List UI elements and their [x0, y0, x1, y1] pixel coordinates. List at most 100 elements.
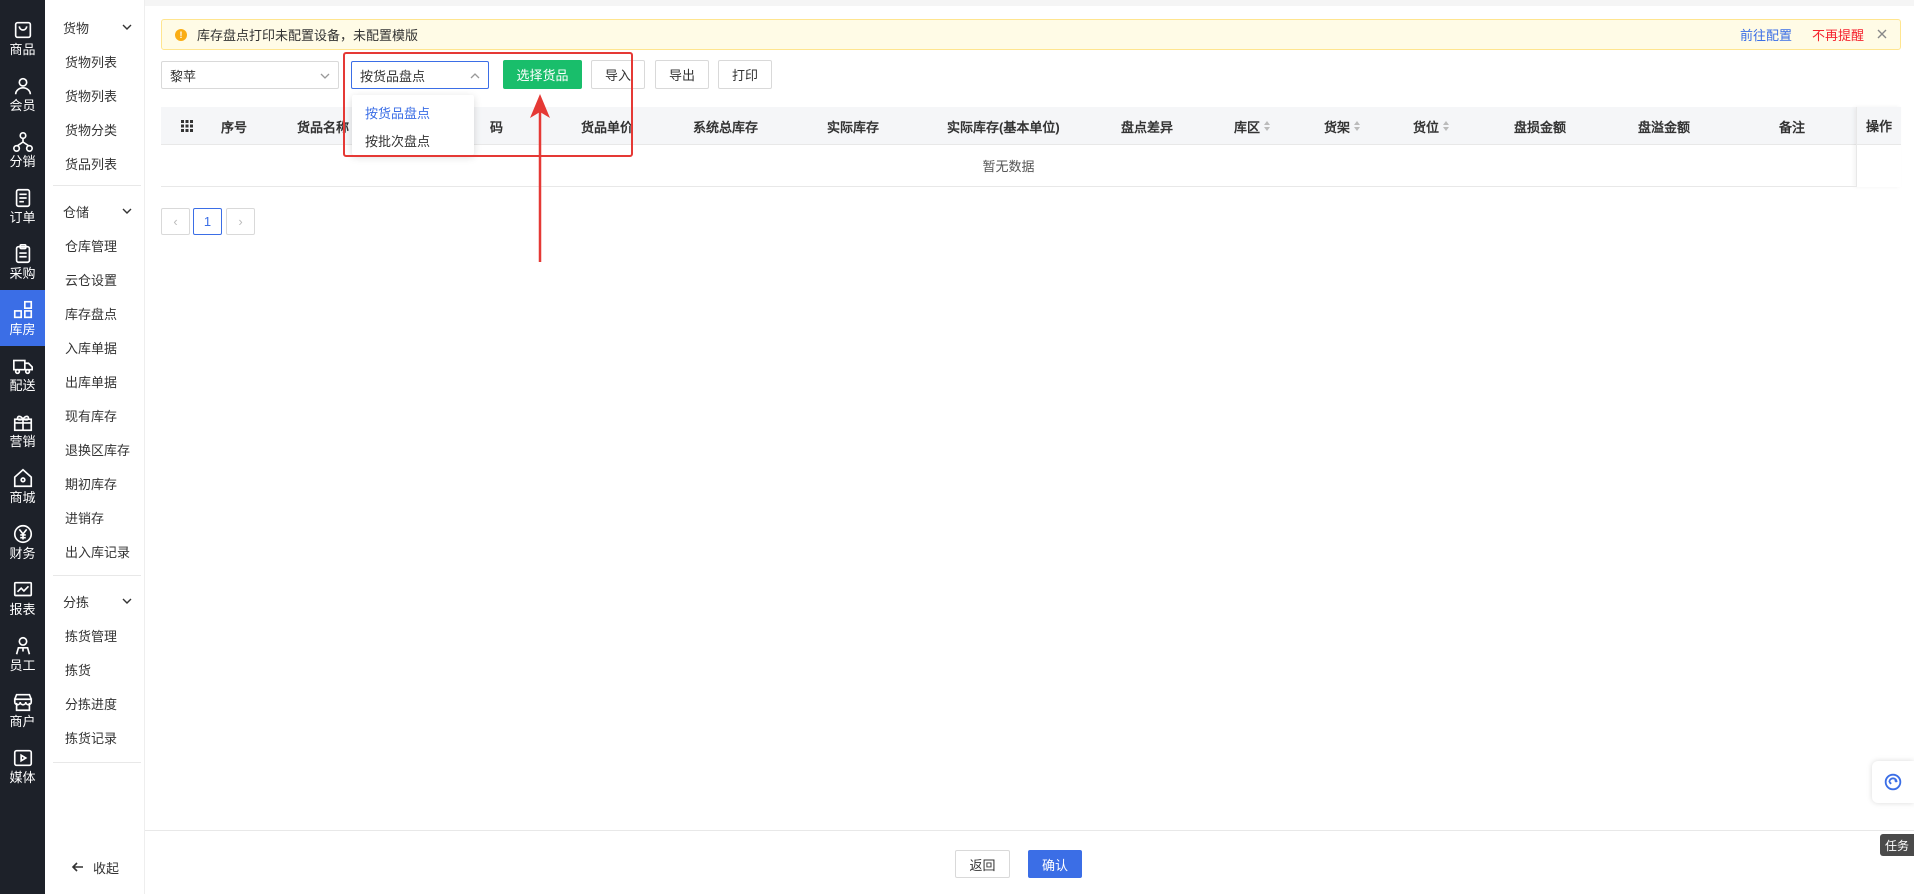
rail-label: 库房 [9, 322, 36, 337]
rail-item-member[interactable]: 会员 [0, 66, 45, 122]
user-icon [14, 77, 31, 95]
rail-item-order[interactable]: 订单 [0, 178, 45, 234]
menu-item-picking-records[interactable]: 拣货记录 [45, 720, 145, 754]
menu-item-picking-mgmt[interactable]: 拣货管理 [45, 618, 145, 652]
col-action: 操作 [1857, 107, 1901, 145]
alert-message: 库存盘点打印未配置设备，未配置模版 [197, 28, 419, 43]
confirm-button[interactable]: 确认 [1028, 850, 1082, 878]
print-button[interactable]: 打印 [718, 60, 772, 89]
rail-item-delivery[interactable]: 配送 [0, 346, 45, 402]
chevron-up-icon [470, 73, 480, 79]
rail-item-media[interactable]: 媒体 [0, 738, 45, 794]
chevron-down-icon [122, 24, 132, 30]
menu-item-psi[interactable]: 进销存 [45, 500, 145, 534]
column-settings-icon[interactable] [181, 120, 193, 132]
export-button[interactable]: 导出 [655, 60, 709, 89]
action-column: 操作 [1856, 107, 1901, 187]
menu-item-opening-stock[interactable]: 期初库存 [45, 466, 145, 500]
rail-item-purchase[interactable]: 采购 [0, 234, 45, 290]
menu-item-stocktake[interactable]: 库存盘点 [45, 296, 145, 330]
col-shelf[interactable]: 货架 [1324, 107, 1361, 145]
main-content: ! 库存盘点打印未配置设备，未配置模版 前往配置 不再提醒 黎苹 按货品盘点 选… [145, 0, 1914, 894]
page-1-button[interactable]: 1 [193, 208, 222, 235]
rail-label: 财务 [9, 546, 36, 561]
col-location[interactable]: 货位 [1413, 107, 1450, 145]
config-alert: ! 库存盘点打印未配置设备，未配置模版 前往配置 不再提醒 [161, 19, 1901, 50]
warning-icon: ! [175, 28, 187, 41]
yen-icon [13, 524, 32, 544]
menu-item-product-list[interactable]: 货品列表 [45, 146, 145, 180]
warehouse-select[interactable]: 黎苹 [161, 61, 339, 89]
col-unit-price: 货品单价 [581, 119, 634, 135]
rail-item-merchant[interactable]: 商户 [0, 682, 45, 738]
menu-group-goods[interactable]: 货物 [45, 10, 145, 44]
menu-item-io-records[interactable]: 出入库记录 [45, 534, 145, 568]
col-actual-stock-base: 实际库存(基本单位) [947, 119, 1060, 135]
dropdown-option-by-batch[interactable]: 按批次盘点 [352, 126, 474, 154]
col-zone-label: 库区 [1234, 119, 1261, 135]
chevron-down-icon [320, 73, 330, 79]
rail-item-marketing[interactable]: 营销 [0, 402, 45, 458]
col-actual-stock: 实际库存 [827, 119, 880, 135]
rail-item-mall[interactable]: 商城 [0, 458, 45, 514]
play-icon [13, 749, 32, 767]
menu-divider [53, 575, 141, 576]
dismiss-forever-link[interactable]: 不再提醒 [1812, 25, 1864, 44]
sort-icon [1443, 121, 1450, 131]
menu-group-storage[interactable]: 仓储 [45, 194, 145, 228]
rail-label: 订单 [9, 210, 36, 225]
select-goods-button[interactable]: 选择货品 [503, 60, 582, 89]
back-button[interactable]: 返回 [955, 850, 1010, 878]
rail-label: 媒体 [9, 770, 36, 785]
goto-config-link[interactable]: 前往配置 [1740, 25, 1792, 44]
assistant-float-button[interactable] [1872, 761, 1914, 803]
menu-item-inbound-docs[interactable]: 入库单据 [45, 330, 145, 364]
group-title: 货物 [63, 20, 90, 36]
col-zone[interactable]: 库区 [1234, 107, 1271, 145]
arrow-left-icon [71, 862, 83, 872]
secondary-menu: 货物 货物列表 货物列表 货物分类 货品列表 仓储 仓库管理 云仓设置 库存盘点… [45, 0, 145, 894]
menu-group-sorting[interactable]: 分拣 [45, 584, 145, 618]
task-tag[interactable]: 任务 [1880, 834, 1914, 856]
warehouse-select-value: 黎苹 [170, 68, 197, 84]
chart-icon [13, 581, 32, 597]
prev-page-button[interactable]: ‹ [161, 208, 190, 235]
mode-dropdown-menu: 按货品盘点 按批次盘点 [352, 95, 474, 155]
menu-item-current-stock[interactable]: 现有库存 [45, 398, 145, 432]
menu-item-goods-list-2[interactable]: 货物列表 [45, 78, 145, 112]
rail-item-goods[interactable]: 商品 [0, 10, 45, 66]
menu-item-goods-category[interactable]: 货物分类 [45, 112, 145, 146]
next-page-button[interactable]: › [226, 208, 255, 235]
sort-icon [1354, 121, 1361, 131]
menu-item-goods-list[interactable]: 货物列表 [45, 44, 145, 78]
menu-item-picking[interactable]: 拣货 [45, 652, 145, 686]
import-button[interactable]: 导入 [591, 60, 645, 89]
rail-label: 商城 [9, 490, 36, 505]
menu-item-cloud-warehouse[interactable]: 云仓设置 [45, 262, 145, 296]
rail-item-staff[interactable]: 员工 [0, 626, 45, 682]
sort-icon [1264, 121, 1271, 131]
col-shelf-label: 货架 [1324, 119, 1351, 135]
rail-label: 会员 [9, 98, 36, 113]
menu-divider [53, 185, 141, 186]
close-icon[interactable] [1876, 28, 1888, 40]
group-title: 分拣 [63, 594, 90, 610]
menu-divider [53, 762, 141, 763]
rail-label: 商品 [9, 42, 36, 57]
menu-item-sorting-progress[interactable]: 分拣进度 [45, 686, 145, 720]
dropdown-option-by-product[interactable]: 按货品盘点 [352, 98, 474, 126]
home-icon [13, 468, 32, 488]
rail-label: 采购 [9, 266, 36, 281]
rail-item-report[interactable]: 报表 [0, 570, 45, 626]
rail-item-warehouse[interactable]: 库房 [0, 290, 45, 346]
rail-item-distribution[interactable]: 分销 [0, 122, 45, 178]
menu-item-return-stock[interactable]: 退换区库存 [45, 432, 145, 466]
stocktake-mode-select[interactable]: 按货品盘点 [351, 61, 489, 89]
collapse-menu-button[interactable]: 收起 [45, 852, 145, 882]
shop-icon [13, 693, 32, 712]
rail-item-finance[interactable]: 财务 [0, 514, 45, 570]
footer-bar: 返回 确认 [145, 830, 1914, 894]
menu-item-outbound-docs[interactable]: 出库单据 [45, 364, 145, 398]
menu-item-warehouse-mgmt[interactable]: 仓库管理 [45, 228, 145, 262]
chevron-down-icon [122, 208, 132, 214]
